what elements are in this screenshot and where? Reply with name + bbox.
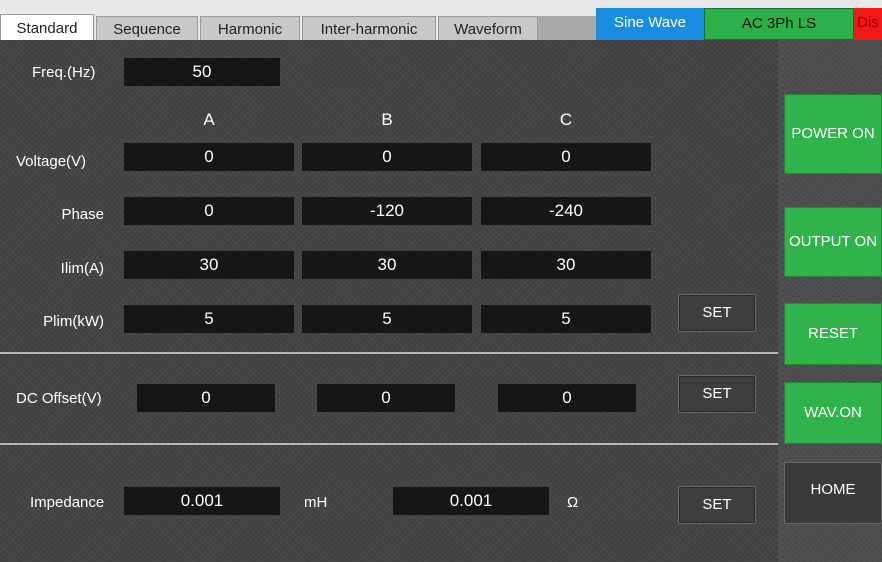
power-on-button[interactable]: POWER ON <box>784 94 882 174</box>
dc-offset-c-field[interactable]: 0 <box>498 384 636 412</box>
freq-label: Freq.(Hz) <box>32 64 96 81</box>
dc-offset-label: DC Offset(V) <box>16 390 102 407</box>
reset-button[interactable]: RESET <box>784 303 882 365</box>
plim-a-field[interactable]: 5 <box>124 305 294 333</box>
voltage-a-field[interactable]: 0 <box>124 143 294 171</box>
inductance-field[interactable]: 0.001 <box>124 487 280 515</box>
phase-c-header: C <box>559 110 573 129</box>
section-divider <box>0 443 778 445</box>
tab-standard[interactable]: Standard <box>0 14 94 40</box>
ilim-b-field[interactable]: 30 <box>302 251 472 279</box>
phase-b-field[interactable]: -120 <box>302 197 472 225</box>
freq-field[interactable]: 50 <box>124 58 280 86</box>
set-impedance-button[interactable]: SET <box>678 486 756 524</box>
dc-offset-a-field[interactable]: 0 <box>137 384 275 412</box>
resistance-field[interactable]: 0.001 <box>393 487 549 515</box>
ilim-c-field[interactable]: 30 <box>481 251 651 279</box>
alarm-status-badge: Dis <box>854 8 882 40</box>
plim-b-field[interactable]: 5 <box>302 305 472 333</box>
phase-label: Phase <box>61 206 104 223</box>
ilim-label: Ilim(A) <box>60 260 104 277</box>
phase-b-header: B <box>381 110 393 129</box>
voltage-b-field[interactable]: 0 <box>302 143 472 171</box>
phase-c-field[interactable]: -240 <box>481 197 651 225</box>
ilim-a-field[interactable]: 30 <box>124 251 294 279</box>
tab-inter-harmonic[interactable]: Inter-harmonic <box>302 16 436 40</box>
tab-waveform[interactable]: Waveform <box>438 16 538 40</box>
phase-a-field[interactable]: 0 <box>124 197 294 225</box>
plim-c-field[interactable]: 5 <box>481 305 651 333</box>
voltage-c-field[interactable]: 0 <box>481 143 651 171</box>
dc-offset-b-field[interactable]: 0 <box>317 384 455 412</box>
tab-bar-spacer <box>538 16 596 40</box>
resistance-unit: Ω <box>567 494 579 511</box>
set-dc-offset-button[interactable]: SET <box>678 375 756 413</box>
inductance-unit: mH <box>304 494 328 511</box>
section-divider <box>0 352 778 354</box>
wav-on-button[interactable]: WAV.ON <box>784 382 882 444</box>
mode-status-badge: AC 3Ph LS <box>704 8 854 40</box>
output-on-button[interactable]: OUTPUT ON <box>784 207 882 277</box>
plim-label: Plim(kW) <box>43 313 104 330</box>
voltage-label: Voltage(V) <box>16 153 87 170</box>
set-limits-button[interactable]: SET <box>678 294 756 332</box>
impedance-label: Impedance <box>30 494 105 511</box>
waveform-status-badge: Sine Wave <box>596 8 704 40</box>
tab-harmonic[interactable]: Harmonic <box>200 16 300 40</box>
phase-a-header: A <box>203 110 215 129</box>
home-button[interactable]: HOME <box>784 462 882 524</box>
tab-sequence[interactable]: Sequence <box>96 16 198 40</box>
